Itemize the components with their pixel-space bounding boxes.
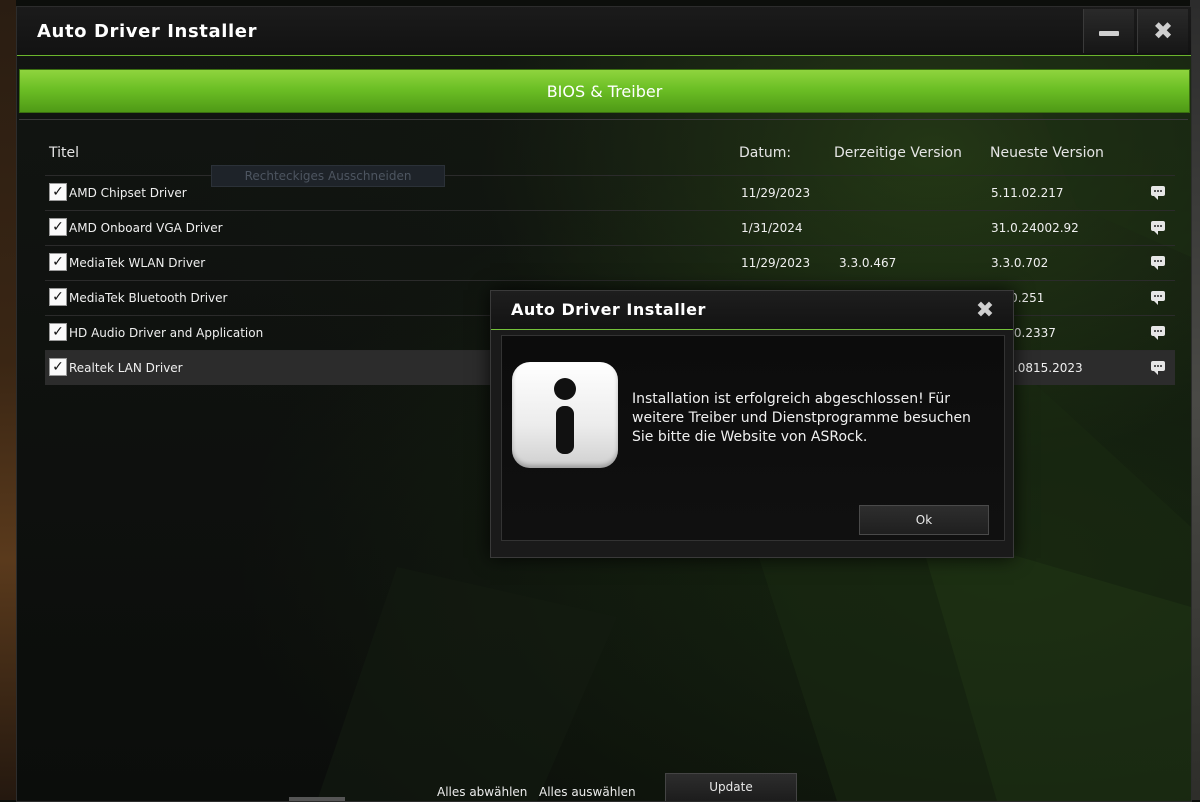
driver-latest-version: 5.11.02.217 <box>991 186 1064 200</box>
info-dialog: Auto Driver Installer ✖ Installation ist… <box>490 290 1014 558</box>
release-notes-icon[interactable] <box>1151 326 1165 340</box>
scrollbar[interactable] <box>289 797 345 801</box>
row-checkbox[interactable]: ✓ <box>49 183 67 201</box>
dialog-title-bar: Auto Driver Installer ✖ <box>491 291 1013 330</box>
dialog-close-button[interactable]: ✖ <box>973 299 997 323</box>
close-icon: ✖ <box>975 298 995 323</box>
section-header-bios-drivers[interactable]: BIOS & Treiber <box>19 69 1190 113</box>
minimize-icon <box>1099 30 1119 36</box>
row-checkbox[interactable]: ✓ <box>49 358 67 376</box>
table-row[interactable]: ✓ AMD Onboard VGA Driver 1/31/2024 31.0.… <box>45 210 1175 245</box>
column-date: Datum: <box>739 145 792 161</box>
row-checkbox[interactable]: ✓ <box>49 253 67 271</box>
driver-name: AMD Onboard VGA Driver <box>69 221 223 235</box>
ok-button[interactable]: Ok <box>859 505 989 535</box>
snipping-tooltip: Rechteckiges Ausschneiden <box>211 165 445 187</box>
app-title: Auto Driver Installer <box>37 21 258 42</box>
info-icon <box>512 362 618 468</box>
release-notes-icon[interactable] <box>1151 221 1165 235</box>
driver-name: HD Audio Driver and Application <box>69 326 264 340</box>
close-icon: ✖ <box>1152 17 1174 45</box>
minimize-button[interactable] <box>1083 9 1134 53</box>
dialog-title: Auto Driver Installer <box>511 300 706 319</box>
column-current-version: Derzeitige Version <box>834 145 962 161</box>
dialog-body: Installation ist erfolgreich abgeschloss… <box>501 335 1005 541</box>
title-bar: Auto Driver Installer ✖ <box>17 7 1191 56</box>
driver-current-version: 3.3.0.467 <box>839 256 897 270</box>
driver-date: 11/29/2023 <box>741 186 811 200</box>
driver-latest-version: 3.3.0.702 <box>991 256 1049 270</box>
update-button[interactable]: Update <box>665 773 797 801</box>
row-checkbox[interactable]: ✓ <box>49 218 67 236</box>
column-title: Titel <box>49 145 80 161</box>
driver-date: 1/31/2024 <box>741 221 803 235</box>
release-notes-icon[interactable] <box>1151 256 1165 270</box>
release-notes-icon[interactable] <box>1151 361 1165 375</box>
driver-name: AMD Chipset Driver <box>69 186 187 200</box>
row-checkbox[interactable]: ✓ <box>49 323 67 341</box>
driver-name: Realtek LAN Driver <box>69 361 183 375</box>
row-checkbox[interactable]: ✓ <box>49 288 67 306</box>
close-button[interactable]: ✖ <box>1137 9 1188 53</box>
select-all-link[interactable]: Alles auswählen <box>539 785 636 799</box>
dialog-message: Installation ist erfolgreich abgeschloss… <box>632 391 971 445</box>
release-notes-icon[interactable] <box>1151 186 1165 200</box>
driver-date: 11/29/2023 <box>741 256 811 270</box>
deselect-all-link[interactable]: Alles abwählen <box>437 785 527 799</box>
driver-latest-version: 31.0.24002.92 <box>991 221 1079 235</box>
release-notes-icon[interactable] <box>1151 291 1165 305</box>
column-latest-version: Neueste Version <box>990 145 1104 161</box>
table-row[interactable]: ✓ MediaTek WLAN Driver 11/29/2023 3.3.0.… <box>45 245 1175 280</box>
driver-name: MediaTek WLAN Driver <box>69 256 206 270</box>
desktop-background-left <box>0 0 16 800</box>
driver-name: MediaTek Bluetooth Driver <box>69 291 228 305</box>
background-polygon <box>317 567 617 801</box>
divider <box>19 119 1188 120</box>
